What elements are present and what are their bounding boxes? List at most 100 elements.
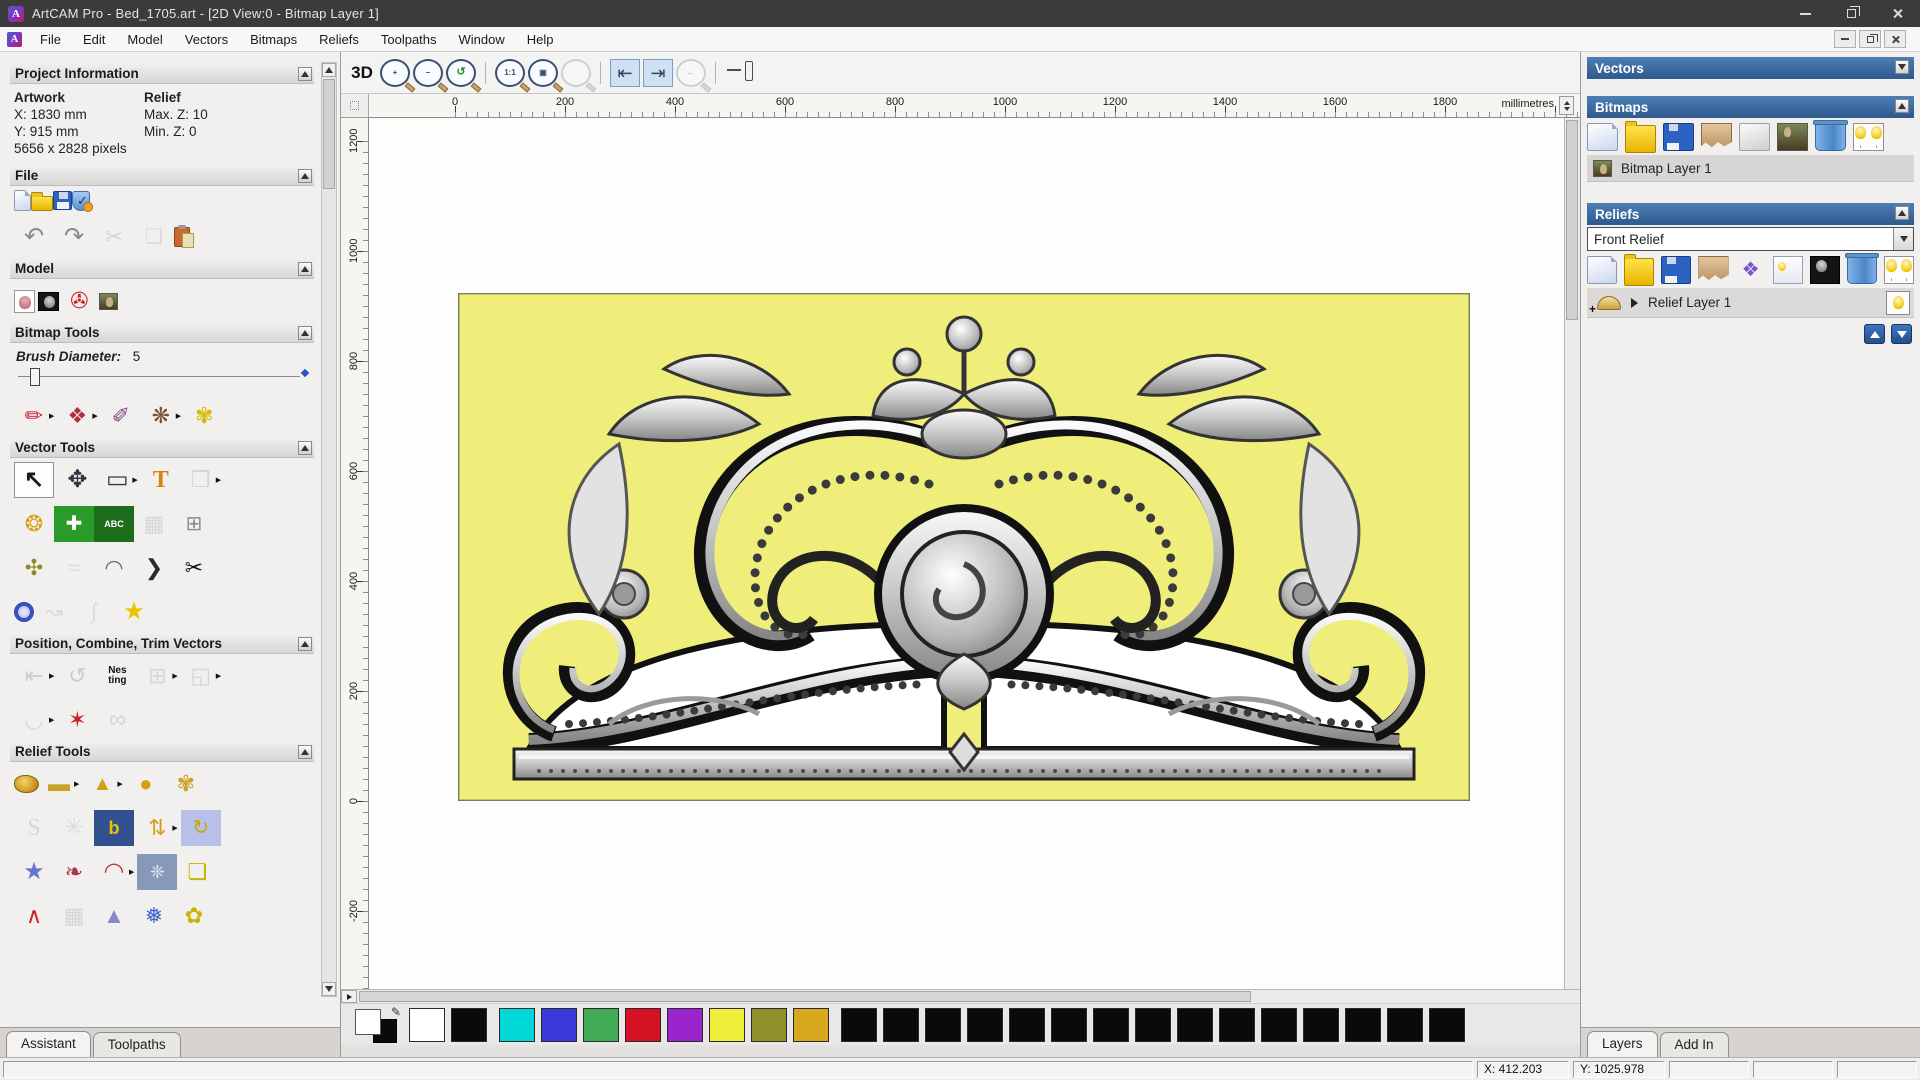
scroll-up-button[interactable] — [322, 63, 336, 77]
calculate-relief-button[interactable] — [14, 775, 39, 793]
new-relief-layer-button[interactable] — [1587, 255, 1618, 284]
palette-swatch[interactable] — [1009, 1007, 1045, 1042]
tab-add-in[interactable]: Add In — [1659, 1032, 1729, 1057]
scrollbar-thumb[interactable] — [359, 991, 1252, 1002]
reliefs-section-header[interactable]: Reliefs — [1587, 203, 1914, 225]
menu-vectors[interactable]: Vectors — [174, 29, 239, 50]
brush-diameter-slider[interactable] — [18, 368, 300, 386]
snap-grid-left-button[interactable]: ⇤ — [610, 58, 640, 87]
expand-layer-icon[interactable] — [1631, 297, 1638, 308]
palette-swatch[interactable] — [751, 1007, 787, 1042]
menu-window[interactable]: Window — [448, 29, 516, 50]
invert-relief-button[interactable]: ✾ — [166, 766, 206, 802]
block-copy-button[interactable]: ⊞ — [174, 506, 214, 542]
palette-swatch[interactable] — [1135, 1007, 1171, 1042]
paste-button[interactable] — [174, 225, 194, 248]
palette-swatch[interactable] — [883, 1007, 919, 1042]
select-vectors-button[interactable]: ↖ — [14, 462, 54, 498]
palette-swatch[interactable] — [1429, 1007, 1465, 1042]
rollup-button[interactable] — [298, 261, 312, 276]
greyscale-from-image-button[interactable] — [99, 292, 119, 310]
merge-bitmap-layers-button[interactable] — [1701, 122, 1732, 148]
ruler-origin-button[interactable] — [341, 94, 369, 118]
create-star-button[interactable]: ★ — [114, 594, 154, 630]
minimize-button[interactable] — [1782, 0, 1828, 27]
move-layer-up-button[interactable] — [1864, 324, 1885, 344]
menu-help[interactable]: Help — [516, 29, 565, 50]
delete-bitmap-layer-button[interactable] — [1813, 119, 1848, 151]
redo-button[interactable]: ↷ — [54, 219, 94, 255]
bitmap-to-layer-button[interactable] — [1777, 122, 1808, 151]
vectors-section-header[interactable]: Vectors — [1587, 57, 1914, 79]
rollup-button[interactable] — [298, 325, 312, 340]
horizontal-scrollbar[interactable] — [341, 989, 1580, 1003]
expand-button[interactable] — [1895, 60, 1909, 74]
fan-relief-button[interactable]: ✿ — [174, 898, 214, 934]
zoom-fit-button[interactable]: ▣ — [528, 58, 558, 87]
delete-relief-layer-button[interactable] — [1844, 252, 1880, 284]
palette-swatch[interactable] — [1051, 1007, 1087, 1042]
menu-edit[interactable]: Edit — [72, 29, 116, 50]
smooth-relief-button[interactable]: ▲ — [82, 766, 122, 802]
set-model-size-button[interactable] — [14, 289, 35, 313]
tab-layers[interactable]: Layers — [1587, 1031, 1658, 1057]
palette-swatch[interactable] — [1177, 1007, 1213, 1042]
merge-relief-layers-button[interactable] — [1698, 255, 1729, 281]
menu-toolpaths[interactable]: Toolpaths — [370, 29, 448, 50]
dome-relief-button[interactable]: ● — [126, 766, 166, 802]
scrollbar-thumb[interactable] — [1566, 120, 1578, 320]
save-bitmap-layer-button[interactable] — [1663, 122, 1694, 151]
create-bevel-button[interactable]: ❯ — [134, 550, 174, 586]
assistant-scrollbar[interactable] — [321, 62, 337, 997]
scroll-down-button[interactable] — [322, 982, 336, 996]
toggle-relief-visibility-button[interactable] — [1883, 255, 1915, 284]
view-3d-button[interactable]: 3D — [347, 59, 377, 87]
vertical-scrollbar[interactable] — [1564, 118, 1580, 989]
relief-clipart-button[interactable]: ❧ — [54, 854, 94, 890]
trim-vectors-button[interactable]: ✶ — [57, 702, 97, 738]
scroll-right-button[interactable] — [341, 990, 357, 1003]
palette-swatch[interactable] — [841, 1007, 877, 1042]
transfer-relief-button[interactable]: ❖ — [1736, 256, 1766, 284]
palette-swatch[interactable] — [1261, 1007, 1297, 1042]
zero-relief-button[interactable]: ▬ — [39, 766, 79, 802]
palette-swatch[interactable] — [1093, 1007, 1129, 1042]
node-editing-button[interactable]: ✚ — [54, 506, 94, 542]
offset-relief-button[interactable]: ⇅ — [137, 810, 177, 846]
palette-swatch[interactable] — [625, 1007, 661, 1042]
texture-dome-button[interactable]: ❅ — [134, 898, 174, 934]
tab-toolpaths[interactable]: Toolpaths — [92, 1032, 181, 1057]
relief-set-dropdown[interactable]: Front Relief — [1587, 227, 1914, 251]
nesting-button[interactable]: Nes ting — [97, 658, 137, 694]
bitmap-layer-row[interactable]: Bitmap Layer 1 — [1587, 155, 1914, 182]
text-block-button[interactable]: ABC — [94, 506, 134, 542]
flood-fill-button[interactable]: ❖ — [57, 398, 97, 434]
create-arc-button[interactable]: ◠ — [94, 550, 134, 586]
create-rectangle-button[interactable]: ▭ — [97, 462, 137, 498]
primary-secondary-colour-widget[interactable]: ✎ — [355, 1005, 401, 1043]
slider-handle[interactable] — [30, 368, 40, 386]
create-circle-button[interactable] — [14, 602, 34, 622]
greyscale-from-relief-button[interactable] — [1809, 255, 1840, 284]
create-polyline-button[interactable]: ✣ — [14, 550, 54, 586]
palette-swatch[interactable] — [1345, 1007, 1381, 1042]
snap-grid-right-button[interactable]: ⇥ — [643, 58, 673, 87]
preview-relief-layer-button[interactable] — [1772, 255, 1803, 284]
move-layer-down-button[interactable] — [1891, 324, 1912, 344]
palette-swatch[interactable] — [1387, 1007, 1423, 1042]
zoom-slider[interactable] — [725, 59, 755, 87]
palette-swatch[interactable] — [499, 1007, 535, 1042]
emboss-wizard-button[interactable]: ❈ — [137, 854, 178, 890]
rotate-relief-button[interactable]: ↻ — [180, 810, 221, 846]
save-model-button[interactable] — [53, 191, 72, 210]
palette-swatch[interactable] — [793, 1007, 829, 1042]
rollup-button[interactable] — [298, 636, 312, 651]
model-options-button[interactable] — [72, 190, 93, 212]
zoom-out-button[interactable]: − — [413, 58, 443, 87]
undo-button[interactable]: ↶ — [14, 219, 54, 255]
scrollbar-thumb[interactable] — [323, 79, 335, 189]
open-relief-layer-button[interactable] — [1624, 254, 1655, 286]
new-model-button[interactable] — [14, 190, 31, 211]
measure-button[interactable]: ❂ — [14, 506, 54, 542]
zoom-previous-button[interactable]: ↺ — [446, 58, 476, 87]
